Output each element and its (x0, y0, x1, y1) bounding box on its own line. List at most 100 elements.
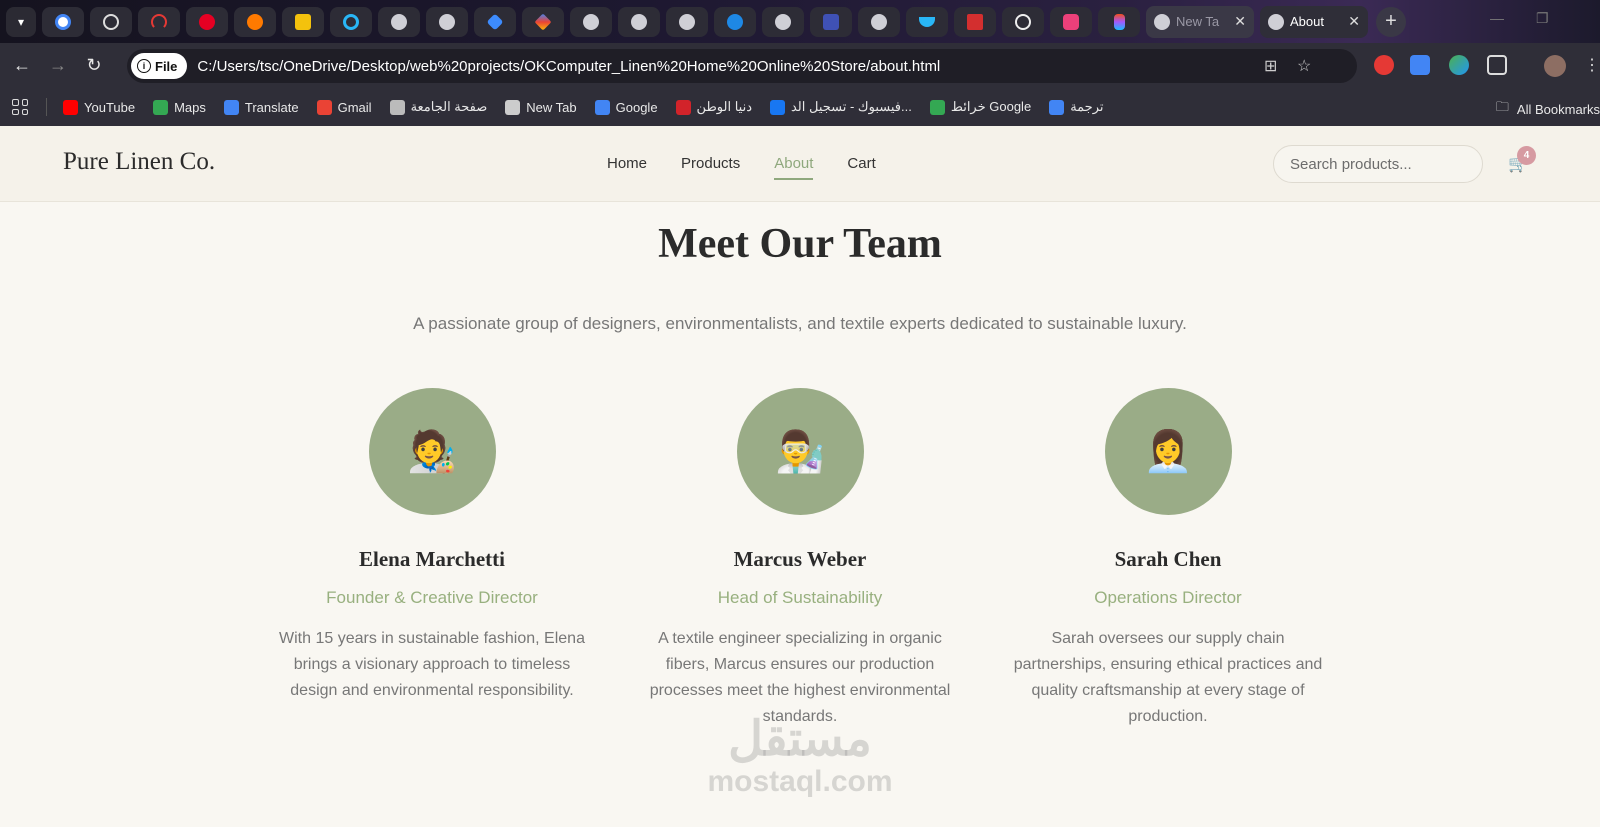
bookmark-label: Translate (244, 99, 299, 115)
translate-extension-icon[interactable] (1410, 55, 1430, 75)
bookmark-item[interactable]: خرائط Google (929, 99, 1031, 115)
back-button[interactable]: ← (4, 48, 40, 84)
tab-search-button[interactable]: ▾ (6, 6, 36, 37)
new-tab-button[interactable]: + (1376, 6, 1406, 37)
bookmark-item[interactable]: New Tab (505, 99, 577, 115)
member-name: Marcus Weber (733, 547, 867, 571)
bookmark-item[interactable]: Google (594, 99, 658, 115)
close-icon[interactable]: ✕ (1348, 13, 1360, 30)
search-input[interactable] (1273, 145, 1483, 183)
pinned-tab-globe-4[interactable] (618, 6, 660, 37)
pinned-tab-google[interactable] (42, 6, 84, 37)
pinned-tab-gemini[interactable] (522, 6, 564, 37)
pinned-tab-globe-2[interactable] (426, 6, 468, 37)
minimize-icon[interactable]: — (1490, 10, 1504, 26)
adblock-extension-icon[interactable] (1374, 55, 1394, 75)
url-text[interactable]: C:/Users/tsc/OneDrive/Desktop/web%20proj… (197, 58, 940, 75)
page-subtitle: A passionate group of designers, environ… (413, 314, 1187, 333)
nav-products[interactable]: Products (681, 155, 740, 180)
site-info-chip[interactable]: i File (131, 53, 188, 79)
atom-icon (1015, 13, 1031, 30)
member-role: Head of Sustainability (717, 588, 883, 607)
pinned-tab-pinterest[interactable] (186, 6, 228, 37)
pinned-tab-globe-1[interactable] (378, 6, 420, 37)
bookmark-label: فيسبوك - تسجيل الد... (790, 99, 912, 114)
bookmark-item[interactable]: صفحة الجامعة (389, 99, 488, 115)
watermark-arabic: مستقل (728, 713, 872, 766)
bookmark-label: YouTube (84, 99, 136, 115)
globe-icon (439, 13, 455, 30)
bookmark-label: دنيا الوطن (696, 99, 752, 114)
nav-home[interactable]: Home (607, 155, 647, 180)
bookmark-label: Maps (174, 99, 206, 115)
close-icon[interactable]: ✕ (1234, 13, 1246, 30)
pinned-tab-globe-7[interactable] (858, 6, 900, 37)
pinned-tab-fire[interactable] (234, 6, 276, 37)
pinned-tab-speed[interactable] (138, 6, 180, 37)
extension-icon[interactable] (1449, 55, 1469, 75)
pinned-tab-globe-6[interactable] (762, 6, 804, 37)
pinned-tab-yellow[interactable] (282, 6, 324, 37)
pinned-tab-heart[interactable] (1050, 6, 1092, 37)
tab-new-tab[interactable]: New Ta ✕ (1146, 5, 1254, 38)
member-role: Operations Director (1094, 588, 1242, 607)
pinned-tab-chatgpt[interactable] (90, 6, 132, 37)
member-name: Sarah Chen (1114, 547, 1222, 571)
menu-dots-icon[interactable]: ⋮ (1584, 55, 1600, 75)
bookmark-item[interactable]: فيسبوك - تسجيل الد... (769, 99, 912, 115)
all-bookmarks-button[interactable]: 🗀 All Bookmarks (1496, 98, 1600, 120)
fire-icon (247, 13, 263, 30)
nav-about[interactable]: About (774, 155, 814, 180)
pinned-tab-figma[interactable] (1098, 6, 1140, 37)
pinned-tab-globe-3[interactable] (570, 6, 612, 37)
top-icon (967, 13, 983, 30)
reload-button[interactable]: ↻ (76, 48, 112, 84)
bookmark-star-icon[interactable]: ☆ (1297, 56, 1311, 76)
puzzle-extensions-icon[interactable] (1487, 55, 1507, 75)
pinned-tab-doc[interactable] (810, 6, 852, 37)
bookmark-item[interactable]: ترجمة (1049, 99, 1104, 115)
moon-icon (727, 13, 743, 30)
watermark-latin: mostaql.com (707, 765, 893, 798)
document-icon (823, 13, 839, 30)
all-bookmarks-label: All Bookmarks (1516, 101, 1600, 117)
profile-avatar[interactable] (1544, 55, 1566, 77)
chrome-icon (1154, 13, 1170, 30)
apps-grid-icon[interactable] (12, 99, 28, 115)
pinned-tab-atom[interactable] (1002, 6, 1044, 37)
pinned-tab-bowl[interactable] (906, 6, 948, 37)
pinned-tab-diamond[interactable] (474, 6, 516, 37)
nav-cart[interactable]: Cart (847, 155, 875, 180)
pinned-tab-moon[interactable] (714, 6, 756, 37)
gmail-icon (316, 99, 332, 115)
forward-button[interactable]: → (40, 48, 76, 84)
restore-icon[interactable]: ❐ (1536, 10, 1549, 27)
pinned-tab-globe-5[interactable] (666, 6, 708, 37)
globe-icon (679, 13, 695, 30)
site-header: Pure Linen Co. Home Products About Cart … (0, 126, 1600, 202)
bookmark-item[interactable]: دنيا الوطن (675, 99, 752, 115)
globe-icon (505, 99, 521, 115)
bookmark-label: صفحة الجامعة (410, 99, 488, 114)
bookmark-label: New Tab (526, 99, 577, 115)
pinned-tab-top[interactable] (954, 6, 996, 37)
bookmark-item[interactable]: YouTube (63, 99, 136, 115)
pinned-tab-circle[interactable] (330, 6, 372, 37)
browser-toolbar: ← → ↻ i File C:/Users/tsc/OneDrive/Deskt… (0, 43, 1600, 88)
bookmark-item[interactable]: Gmail (316, 99, 372, 115)
translate-icon (223, 99, 239, 115)
facebook-icon (769, 99, 785, 115)
google-icon (594, 99, 610, 115)
bookmark-item[interactable]: Maps (153, 99, 206, 115)
bookmark-item[interactable]: Translate (223, 99, 299, 115)
bookmarks-bar: YouTube Maps Translate Gmail صفحة الجامعة New… (0, 88, 1600, 126)
address-bar[interactable]: i File C:/Users/tsc/OneDrive/Desktop/web… (127, 49, 1357, 83)
translate-page-icon[interactable]: ⊞ (1264, 56, 1277, 76)
bowl-icon (919, 16, 935, 27)
chatgpt-icon (103, 13, 119, 30)
site-logo[interactable]: Pure Linen Co. (63, 148, 215, 176)
tab-about[interactable]: About ✕ (1260, 5, 1368, 38)
tab-strip: ▾ New Ta ✕ About ✕ + — ❐ (0, 0, 1600, 43)
watermark: مستقل mostaql.com (700, 712, 900, 798)
bookmark-label: Gmail (337, 99, 372, 115)
